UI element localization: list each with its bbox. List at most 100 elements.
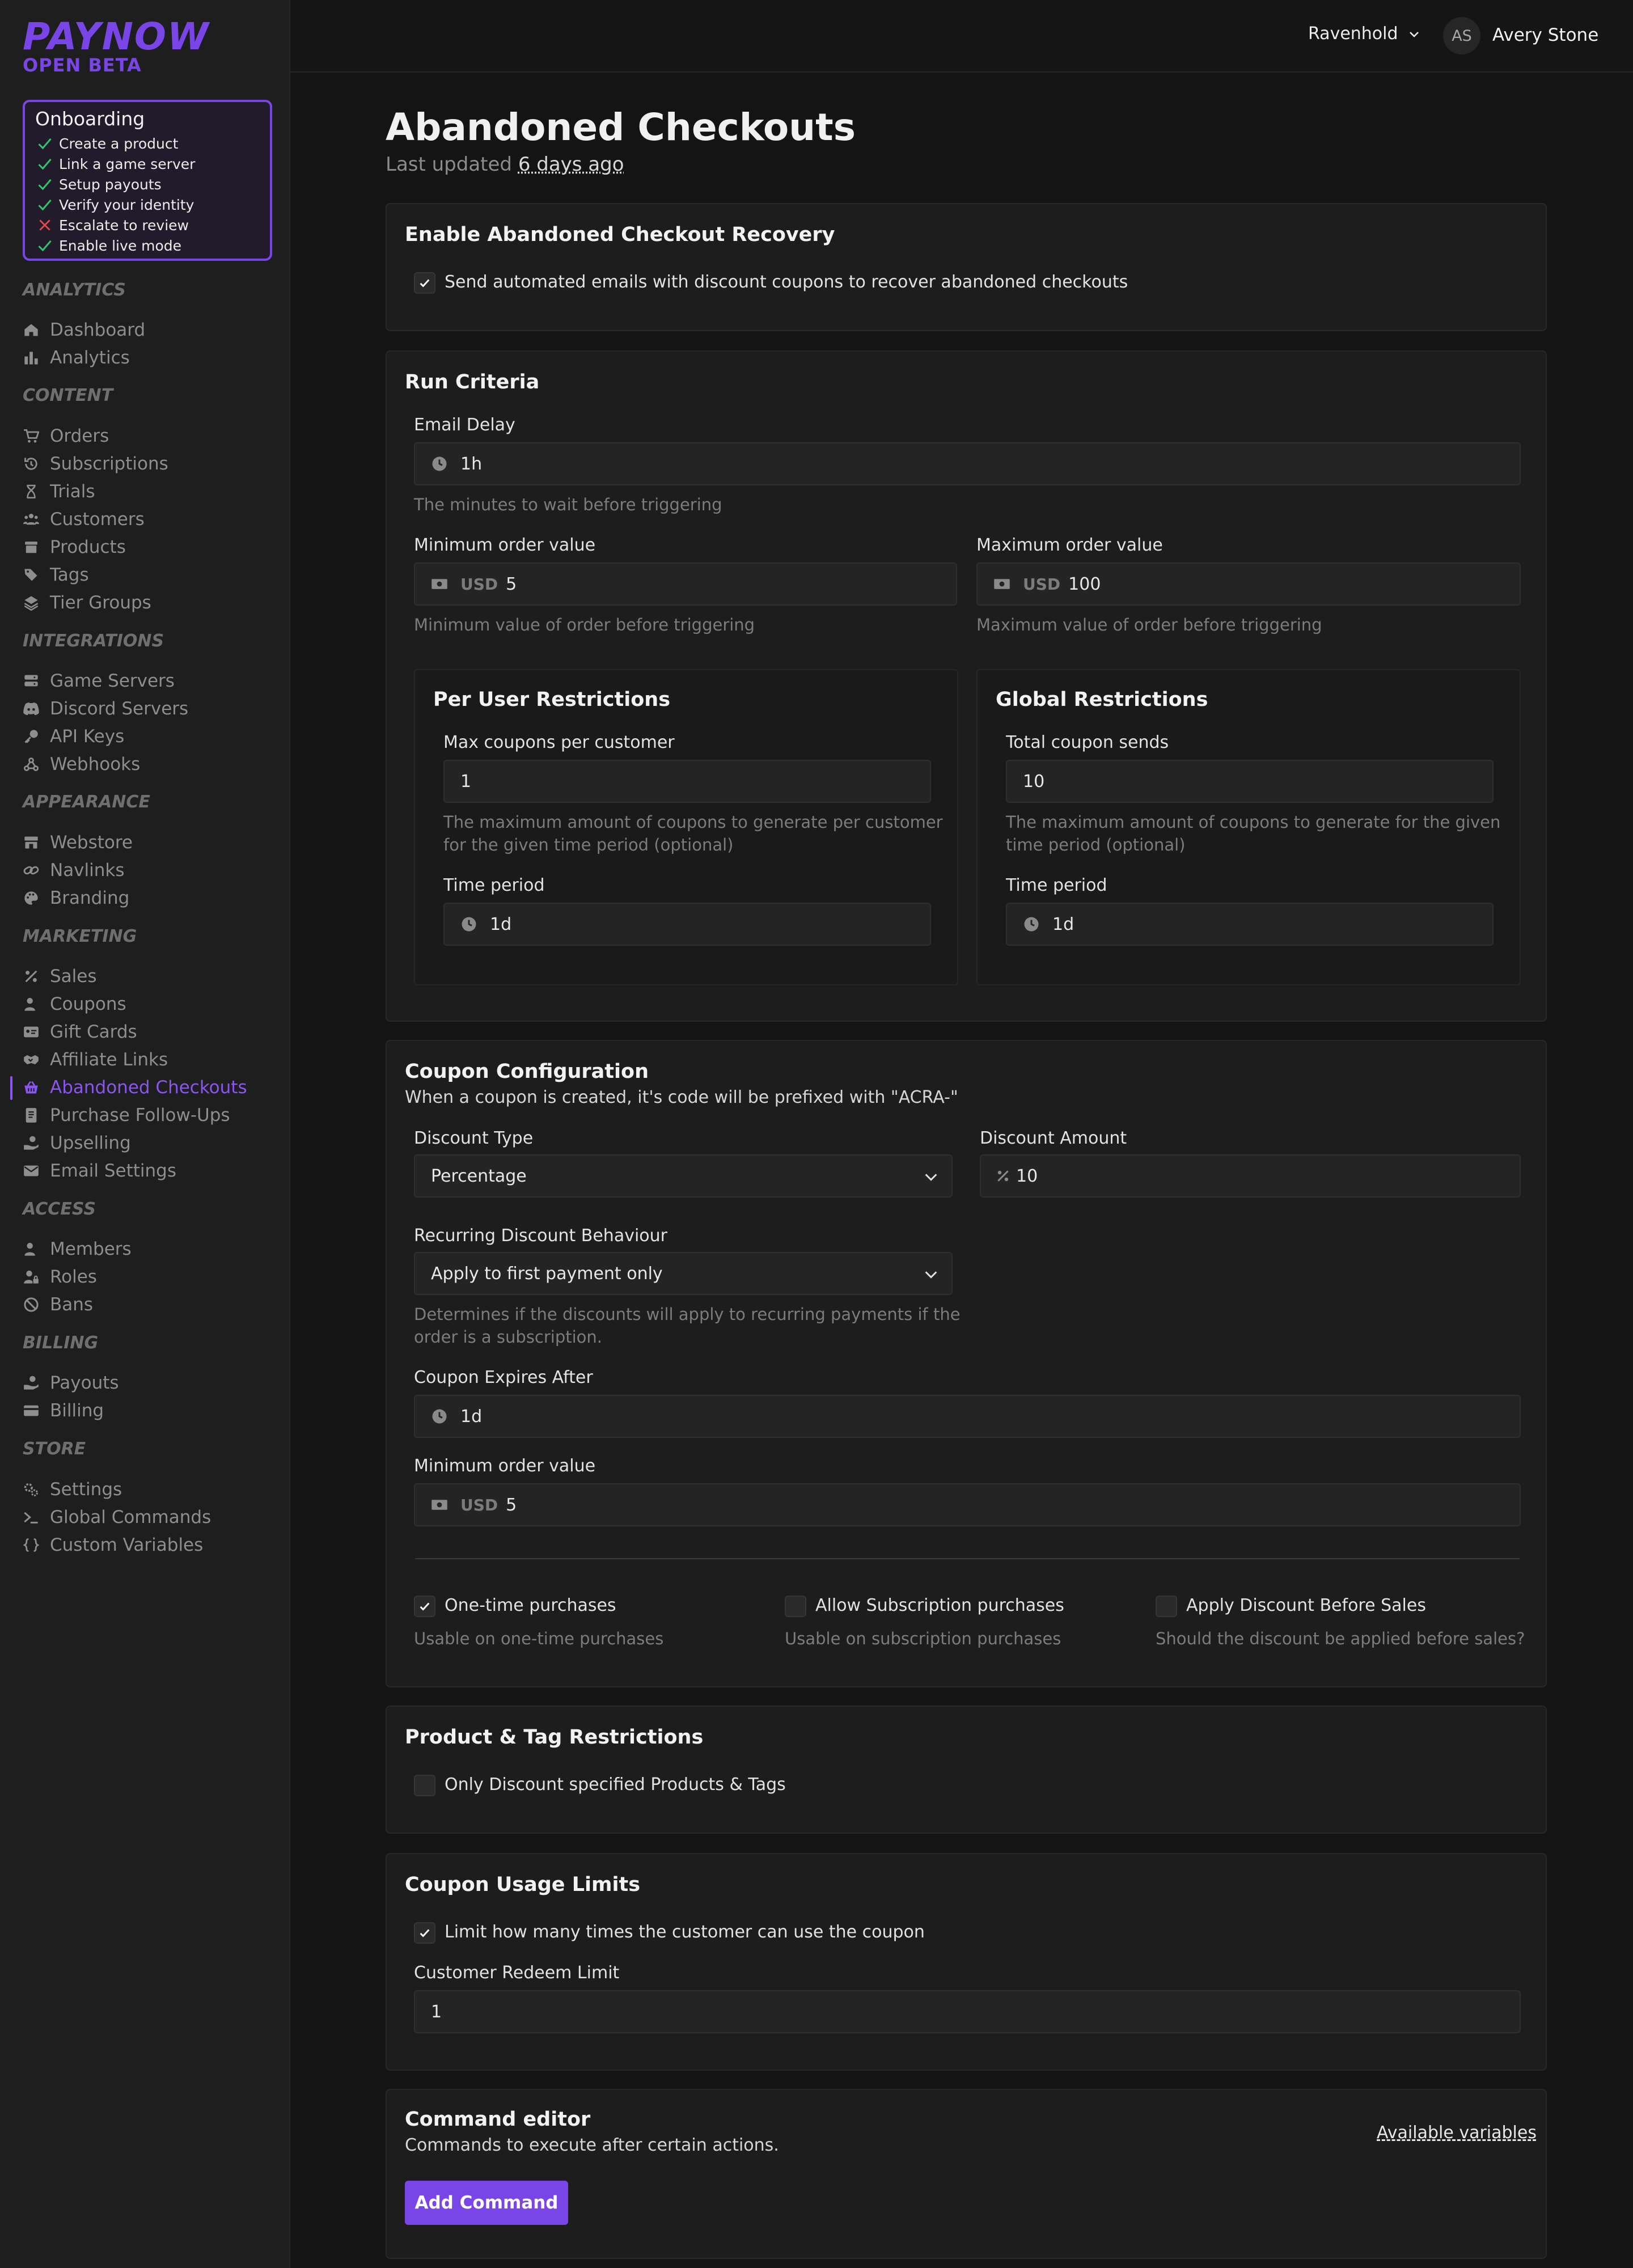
sidebar-item-affiliate-links[interactable]: Affiliate Links bbox=[23, 1047, 168, 1072]
sidebar-item-game-servers[interactable]: Game Servers bbox=[23, 668, 175, 693]
discount-type-select[interactable]: Percentage bbox=[414, 1154, 953, 1198]
sidebar-item-bans[interactable]: Bans bbox=[23, 1292, 93, 1317]
enable-recovery-checkbox[interactable] bbox=[414, 272, 435, 294]
per-user-restrictions: Per User Restrictions Max coupons per cu… bbox=[414, 669, 958, 985]
recurring-behaviour-select[interactable]: Apply to first payment only bbox=[414, 1252, 953, 1295]
min-order-input[interactable]: USD 5 bbox=[414, 562, 957, 606]
help-text: Maximum value of order before triggering bbox=[976, 615, 1322, 634]
user-lock-icon bbox=[23, 1268, 40, 1285]
sidebar-item-coupons[interactable]: Coupons bbox=[23, 992, 126, 1017]
paynow-logo[interactable]: PAYNOW bbox=[23, 17, 210, 57]
per-user-period-input[interactable]: 1d bbox=[443, 903, 931, 946]
onboarding-step: Link a game server bbox=[35, 154, 260, 174]
limit-usage-checkbox[interactable] bbox=[414, 1922, 435, 1944]
sidebar-item-navlinks[interactable]: Navlinks bbox=[23, 858, 125, 883]
available-variables-link[interactable]: Available variables bbox=[1377, 2123, 1537, 2143]
nav-section-integrations: INTEGRATIONS bbox=[23, 631, 164, 651]
sidebar-item-members[interactable]: Members bbox=[23, 1237, 132, 1262]
id-card-icon bbox=[23, 1023, 40, 1040]
max-coupons-input[interactable]: 1 bbox=[443, 760, 931, 803]
sidebar-item-purchase-followups[interactable]: Purchase Follow-Ups bbox=[23, 1103, 230, 1128]
coupon-expires-input[interactable]: 1d bbox=[414, 1395, 1521, 1438]
last-updated-value[interactable]: 6 days ago bbox=[518, 153, 624, 176]
one-time-purchases-checkbox[interactable] bbox=[414, 1596, 435, 1617]
terminal-icon bbox=[23, 1509, 40, 1526]
help-text: Should the discount be applied before sa… bbox=[1156, 1629, 1525, 1648]
sidebar-item-roles[interactable]: Roles bbox=[23, 1264, 97, 1289]
coupon-min-order-input[interactable]: USD 5 bbox=[414, 1483, 1521, 1526]
sidebar-item-customers[interactable]: Customers bbox=[23, 507, 145, 532]
bar-chart-icon bbox=[23, 349, 40, 366]
sidebar-item-subscriptions[interactable]: Subscriptions bbox=[23, 451, 168, 476]
allow-subscription-checkbox[interactable] bbox=[785, 1596, 806, 1617]
sidebar-item-label: Game Servers bbox=[50, 671, 175, 691]
sidebar-item-custom-variables[interactable]: Custom Variables bbox=[23, 1533, 203, 1558]
home-icon bbox=[23, 321, 40, 338]
user-name[interactable]: Avery Stone bbox=[1492, 25, 1598, 45]
beta-badge: OPEN BETA bbox=[23, 54, 142, 76]
input-value: 100 bbox=[1068, 574, 1101, 594]
chevron-down-icon bbox=[923, 1169, 939, 1190]
checkbox-label: Limit how many times the customer can us… bbox=[445, 1922, 925, 1942]
sidebar-item-api-keys[interactable]: API Keys bbox=[23, 724, 124, 749]
sidebar-item-settings[interactable]: Settings bbox=[23, 1477, 122, 1502]
onboarding-step-label: Setup payouts bbox=[59, 176, 162, 193]
sidebar-item-abandoned-checkouts[interactable]: Abandoned Checkouts bbox=[23, 1075, 247, 1100]
input-value: 5 bbox=[506, 574, 517, 594]
email-delay-input[interactable]: 1h bbox=[414, 442, 1521, 485]
check-icon bbox=[35, 194, 54, 215]
only-specified-products-checkbox[interactable] bbox=[414, 1775, 435, 1796]
check-icon bbox=[35, 174, 54, 194]
topbar: Ravenhold AS Avery Stone bbox=[290, 0, 1633, 73]
sidebar-item-email-settings[interactable]: Email Settings bbox=[23, 1158, 176, 1183]
global-period-input[interactable]: 1d bbox=[1006, 903, 1494, 946]
sidebar-item-discord-servers[interactable]: Discord Servers bbox=[23, 696, 188, 721]
customer-redeem-limit-input[interactable]: 1 bbox=[414, 1990, 1521, 2033]
cart-icon bbox=[23, 428, 40, 445]
discount-amount-input[interactable]: 10 bbox=[980, 1154, 1521, 1198]
check-icon bbox=[35, 154, 54, 174]
sidebar-item-label: Bans bbox=[50, 1294, 94, 1315]
coupon-usage-limits-card: Coupon Usage Limits Limit how many times… bbox=[386, 1853, 1547, 2071]
sidebar-item-webhooks[interactable]: Webhooks bbox=[23, 752, 140, 777]
user-icon bbox=[23, 1241, 40, 1258]
onboarding-step: Escalate to review bbox=[35, 215, 260, 235]
sidebar-item-dashboard[interactable]: Dashboard bbox=[23, 318, 145, 342]
apply-before-sales-checkbox[interactable] bbox=[1156, 1596, 1177, 1617]
field-label: Coupon Expires After bbox=[414, 1368, 593, 1387]
add-command-button[interactable]: Add Command bbox=[405, 2181, 568, 2225]
sidebar-item-products[interactable]: Products bbox=[23, 535, 126, 560]
sidebar-item-label: Coupons bbox=[50, 994, 126, 1014]
sidebar-item-trials[interactable]: Trials bbox=[23, 479, 95, 504]
sidebar-item-billing[interactable]: Billing bbox=[23, 1398, 104, 1423]
total-coupon-sends-input[interactable]: 10 bbox=[1006, 760, 1494, 803]
box-icon bbox=[23, 539, 40, 556]
sidebar-item-payouts[interactable]: Payouts bbox=[23, 1370, 119, 1395]
envelope-icon bbox=[23, 1162, 40, 1179]
sidebar-item-gift-cards[interactable]: Gift Cards bbox=[23, 1019, 137, 1044]
store-selector[interactable]: Ravenhold bbox=[1308, 24, 1421, 44]
sidebar-item-label: Orders bbox=[50, 426, 109, 446]
input-value: 5 bbox=[506, 1495, 517, 1515]
link-icon bbox=[23, 862, 40, 879]
max-order-input[interactable]: USD 100 bbox=[976, 562, 1521, 606]
onboarding-step: Verify your identity bbox=[35, 194, 260, 215]
sidebar-item-webstore[interactable]: Webstore bbox=[23, 830, 133, 855]
sub-card-title: Per User Restrictions bbox=[433, 688, 671, 711]
onboarding-panel[interactable]: Onboarding Create a product Link a game … bbox=[23, 100, 272, 261]
sidebar-item-sales[interactable]: Sales bbox=[23, 964, 97, 989]
clock-icon bbox=[1023, 916, 1040, 933]
sidebar-item-branding[interactable]: Branding bbox=[23, 886, 129, 911]
ban-icon bbox=[23, 1296, 40, 1313]
sidebar-item-analytics[interactable]: Analytics bbox=[23, 345, 130, 370]
onboarding-step: Setup payouts bbox=[35, 174, 260, 194]
avatar[interactable]: AS bbox=[1443, 17, 1480, 54]
sidebar-item-tags[interactable]: Tags bbox=[23, 562, 89, 587]
sidebar-item-upselling[interactable]: Upselling bbox=[23, 1131, 131, 1156]
sidebar-item-orders[interactable]: Orders bbox=[23, 424, 109, 448]
sidebar-item-global-commands[interactable]: Global Commands bbox=[23, 1505, 211, 1530]
check-icon bbox=[418, 1600, 431, 1613]
checkbox-label: Send automated emails with discount coup… bbox=[445, 272, 1128, 292]
help-text: The maximum amount of coupons to generat… bbox=[1006, 813, 1501, 832]
sidebar-item-tier-groups[interactable]: Tier Groups bbox=[23, 590, 151, 615]
